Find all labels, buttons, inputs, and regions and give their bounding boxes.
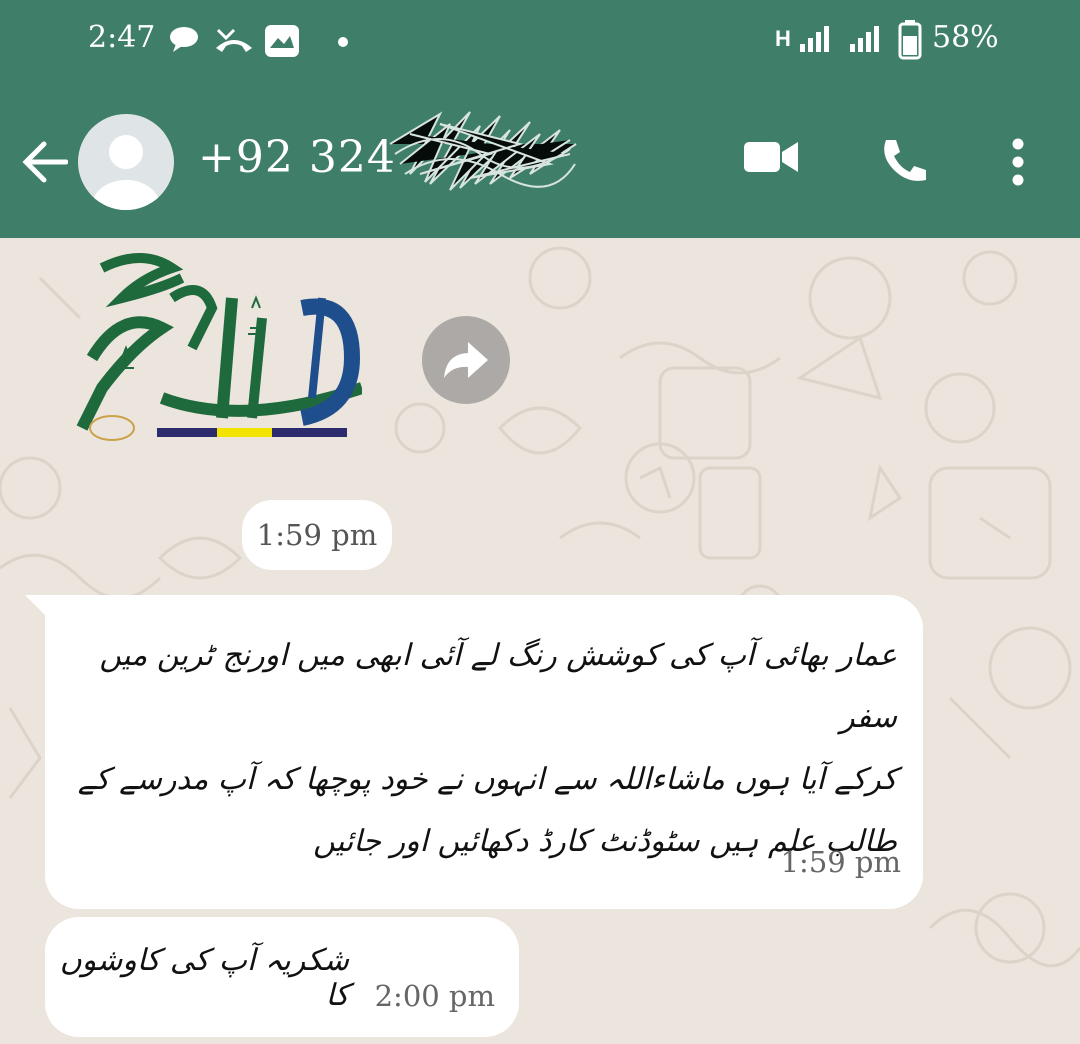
signal-icon: [798, 24, 834, 58]
top-app-bar: 2:47 H 58% +92 324: [0, 0, 1080, 238]
battery-icon: [898, 20, 922, 64]
dot-icon: [336, 34, 350, 53]
missed-call-icon: [214, 24, 254, 58]
video-call-icon[interactable]: [744, 136, 800, 180]
message-time: 1:59 pm: [780, 845, 901, 879]
status-bar: 2:47 H 58%: [0, 0, 1080, 82]
battery-percent: 58%: [932, 20, 999, 55]
network-type: H: [775, 26, 791, 51]
signal-icon: [848, 24, 884, 58]
status-time: 2:47: [88, 20, 156, 55]
date-time-chip: 1:59 pm: [242, 500, 392, 570]
bubble-tail: [25, 595, 49, 619]
message-line: کرکے آیا ہوں ماشاءاللہ سے انہوں نے خود پ…: [77, 762, 897, 797]
message-bubble[interactable]: شکریہ آپ کی کاوشوں کا 2:00 pm: [45, 917, 519, 1037]
message-line: عمار بھائی آپ کی کوشش رنگ لے آئی ابھی می…: [99, 638, 897, 735]
message-text: عمار بھائی آپ کی کوشش رنگ لے آئی ابھی می…: [67, 625, 897, 873]
chat-bubble-icon: [168, 24, 202, 58]
redacted-number: [380, 104, 580, 194]
message-bubble[interactable]: عمار بھائی آپ کی کوشش رنگ لے آئی ابھی می…: [25, 595, 923, 909]
salam-sticker[interactable]: [62, 238, 364, 458]
more-vert-icon[interactable]: [1010, 138, 1026, 190]
sticker-calligraphy: [76, 253, 364, 441]
message-time: 2:00 pm: [374, 979, 495, 1013]
forward-button[interactable]: [422, 316, 510, 404]
chat-header: +92 324: [0, 100, 1080, 220]
message-line: شکریہ آپ کی کاوشوں کا: [59, 943, 349, 1013]
back-arrow-icon[interactable]: [22, 140, 69, 188]
message-line: طالب علم ہیں سٹوڈنٹ کارڈ دکھائیں اور جائ…: [313, 824, 897, 859]
voice-call-icon[interactable]: [878, 136, 928, 190]
avatar-icon[interactable]: [78, 114, 174, 210]
message-text: شکریہ آپ کی کاوشوں کا: [49, 943, 349, 1013]
gallery-icon: [264, 24, 300, 62]
chat-area[interactable]: 1:59 pm عمار بھائی آپ کی کوشش رنگ لے آئی…: [0, 238, 1080, 1044]
contact-name[interactable]: +92 324: [198, 132, 396, 183]
forward-arrow-icon: [444, 342, 488, 378]
